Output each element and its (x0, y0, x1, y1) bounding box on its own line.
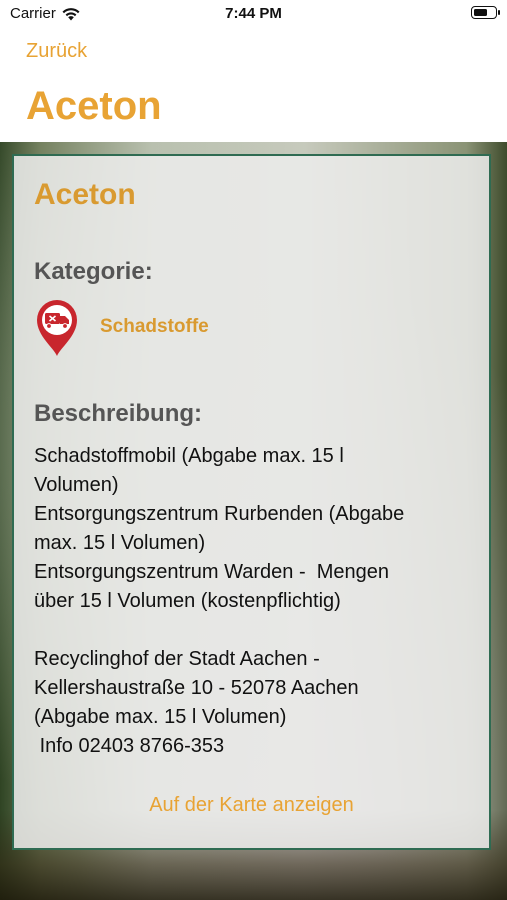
back-button[interactable]: Zurück (26, 40, 87, 63)
description-heading: Beschreibung: (34, 400, 203, 427)
detail-card: Aceton Kategorie: Schadstoffe Beschreibu… (12, 154, 491, 850)
status-bar: Carrier 7:44 PM (0, 0, 507, 30)
description-text: Schadstoffmobil (Abgabe max. 15 l Volume… (34, 445, 405, 757)
status-time: 7:44 PM (225, 5, 282, 22)
show-on-map-button[interactable]: Auf der Karte anzeigen (14, 794, 489, 817)
page-title: Aceton (26, 84, 162, 128)
hazardous-truck-pin-icon (37, 300, 77, 356)
category-heading: Kategorie: (34, 258, 153, 285)
card-title: Aceton (34, 178, 136, 211)
battery-level (474, 9, 487, 16)
category-name[interactable]: Schadstoffe (100, 316, 209, 338)
battery-icon (471, 6, 500, 19)
